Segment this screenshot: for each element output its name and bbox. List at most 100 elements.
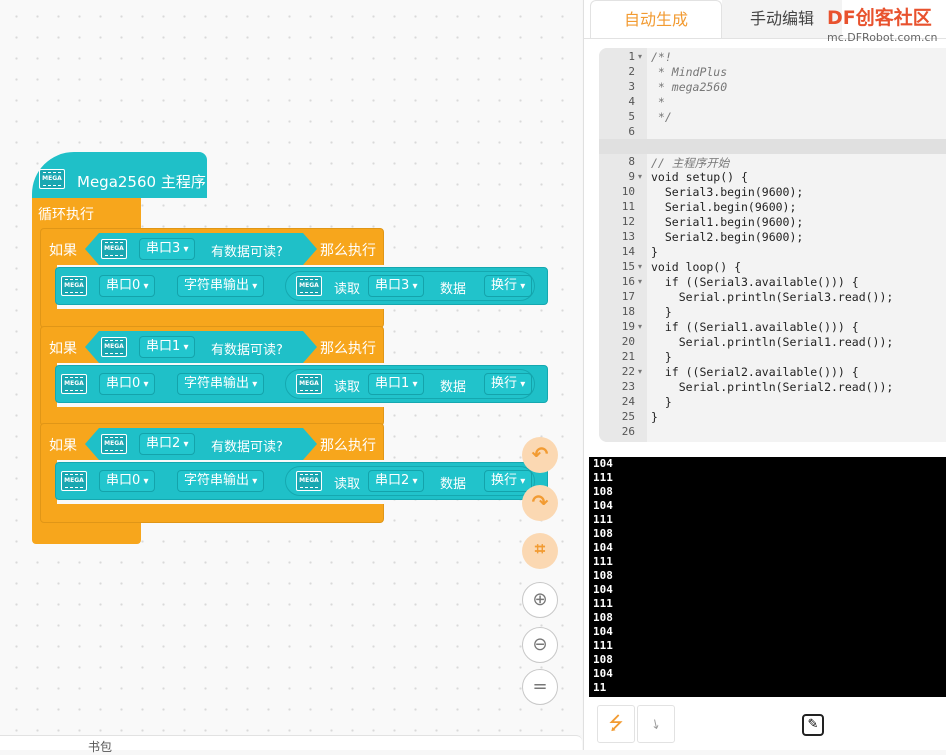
read-port-dropdown[interactable]: 串口1 [368,373,425,395]
line-number: 14 [621,245,635,258]
if-label: 如果 [49,438,77,454]
fold-arrow-icon[interactable]: ▾ [638,322,642,331]
output-port-dropdown[interactable]: 串口0 [99,275,156,297]
mega-board-icon: MEGA [61,374,87,394]
output-port-dropdown[interactable]: 串口0 [99,373,156,395]
serial-output-line: 111 [593,513,613,526]
data-label: 数据 [440,282,467,297]
code-line: } [651,410,658,424]
serial-output-line: 104 [593,541,613,554]
line-number: 3 [628,80,635,93]
serial-print-block[interactable]: MEGA 串口0 字符串输出 MEGA 读取 串口3 数据 换行 [55,267,548,305]
code-line: Serial.println(Serial2.read()); [651,380,894,394]
fold-arrow-icon[interactable]: ▾ [638,367,642,376]
tab-auto-generate[interactable]: 自动生成 [590,0,722,38]
serial-output-line: 108 [593,527,613,540]
newline-dropdown[interactable]: 换行 [484,373,533,395]
output-mode-dropdown[interactable]: 字符串输出 [177,470,265,492]
serial-output-line: 108 [593,653,613,666]
crop-icon[interactable]: ⌗ [522,533,558,569]
mega-board-icon: MEGA [296,471,322,491]
line-number: 24 [621,395,635,408]
serial-output-line: 108 [593,569,613,582]
then-label: 那么执行 [320,243,376,259]
serial-available-condition[interactable]: MEGA 串口2 有数据可读? [85,428,317,460]
serial-monitor-output[interactable]: 104 111 108 104 111 108 104 111 108 104 111 108 104 1… [589,457,946,697]
data-label: 数据 [440,477,467,492]
code-line: if ((Serial3.available())) { [651,275,859,289]
newline-dropdown[interactable]: 换行 [484,470,533,492]
serial-output-line: 104 [593,667,613,680]
serial-output-line: 104 [593,625,613,638]
mega-board-icon: MEGA [101,239,127,259]
if-label: 如果 [49,243,77,259]
redo-button[interactable]: ↷ [522,485,558,521]
block-workspace[interactable]: MEGA Mega2560 主程序 循环执行 如果 MEGA 串口3 有数据可读… [0,0,582,735]
line-number: 20 [621,335,635,348]
line-number-gutter: 1▾23456789▾101112131415▾16▾171819▾202122… [599,48,647,442]
available-label: 有数据可读? [211,245,283,260]
zoom-reset-button[interactable]: = [522,669,558,705]
code-line: if ((Serial1.available())) { [651,320,859,334]
then-label: 那么执行 [320,438,376,454]
code-editor[interactable]: 1▾23456789▾101112131415▾16▾171819▾202122… [599,48,946,442]
mega-board-icon: MEGA [101,434,127,454]
code-line: * mega2560 [651,80,728,94]
read-port-dropdown[interactable]: 串口3 [368,275,425,297]
usb-connect-icon[interactable]: ⭍ [597,705,635,743]
serial-available-condition[interactable]: MEGA 串口3 有数据可读? [85,233,317,265]
code-line: Serial.println(Serial3.read()); [651,290,894,304]
fold-arrow-icon[interactable]: ▾ [638,52,642,61]
serial-output-line: 104 [593,583,613,596]
line-number: 22 [621,365,635,378]
serial-output-line: 104 [593,457,613,470]
serial-port-dropdown[interactable]: 串口3 [139,238,195,260]
backpack-panel[interactable]: 书包 [0,735,582,754]
read-port-dropdown[interactable]: 串口2 [368,470,425,492]
newline-dropdown[interactable]: 换行 [484,275,533,297]
code-line: } [651,305,672,319]
line-number: 4 [628,95,635,108]
fold-arrow-icon[interactable]: ▾ [638,277,642,286]
zoom-out-button[interactable]: ⊖ [522,627,558,663]
serial-output-line: 111 [593,639,613,652]
serial-output-line: 108 [593,485,613,498]
main-program-hat-block[interactable]: MEGA Mega2560 主程序 [32,152,207,198]
serial-port-dropdown[interactable]: 串口2 [139,433,195,455]
read-label: 读取 [334,380,361,395]
line-number: 13 [621,230,635,243]
output-port-dropdown[interactable]: 串口0 [99,470,156,492]
output-mode-dropdown[interactable]: 字符串输出 [177,373,265,395]
available-label: 有数据可读? [211,343,283,358]
loop-block-bottom [32,520,141,544]
usb-disconnect-icon[interactable]: ⭏ [637,705,675,743]
line-number: 6 [628,125,635,138]
serial-output-line: 111 [593,597,613,610]
fold-arrow-icon[interactable]: ▾ [638,172,642,181]
code-line: * MindPlus [651,65,728,79]
if-label: 如果 [49,341,77,357]
serial-available-condition[interactable]: MEGA 串口1 有数据可读? [85,331,317,363]
mega-board-icon: MEGA [296,276,322,296]
line-number: 8 [628,155,635,168]
serial-port-dropdown[interactable]: 串口1 [139,336,195,358]
forever-loop-block[interactable]: 循环执行 [32,198,141,230]
serial-print-block[interactable]: MEGA 串口0 字符串输出 MEGA 读取 串口2 数据 换行 [55,462,548,500]
fold-arrow-icon[interactable]: ▾ [638,262,642,271]
tab-manual-edit[interactable]: 手动编辑 [722,0,842,38]
line-number: 2 [628,65,635,78]
code-panel: 自动生成 手动编辑 DF创客社区 mc.DFRobot.com.cn 1 ▾ 2 3 4… [583,0,946,750]
mega-board-icon: MEGA [39,169,65,189]
current-line-highlight [599,139,946,154]
code-line: void loop() { [651,260,742,274]
output-mode-dropdown[interactable]: 字符串输出 [177,275,265,297]
line-number: 21 [621,350,635,363]
line-number: 1 [628,50,635,63]
undo-button[interactable]: ↶ [522,437,558,473]
zoom-in-button[interactable]: ⊕ [522,582,558,618]
code-line: Serial1.begin(9600); [651,215,804,229]
clear-output-icon[interactable]: ✎ [794,705,832,743]
available-label: 有数据可读? [211,440,283,455]
serial-print-block[interactable]: MEGA 串口0 字符串输出 MEGA 读取 串口1 数据 换行 [55,365,548,403]
code-line: Serial.begin(9600); [651,200,797,214]
